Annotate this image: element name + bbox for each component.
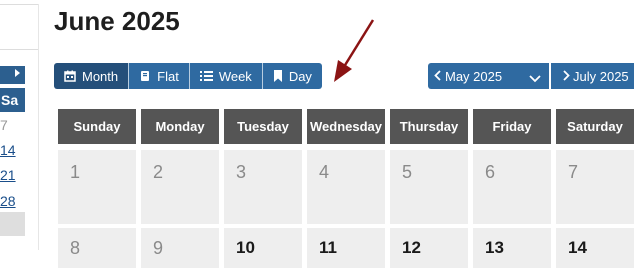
prev-month-label: May 2025 [445,68,503,84]
mini-calendar-day: 7 [0,117,8,133]
view-day-button[interactable]: Day [262,63,322,89]
chevron-right-icon [563,69,570,84]
list-icon [199,70,213,82]
mini-calendar-weekday-sa: Sa [0,88,25,112]
mini-calendar-next-icon[interactable] [15,69,20,77]
day-number: 6 [485,162,496,182]
weekday-header-monday: Monday [141,109,219,144]
day-number: 14 [568,238,587,257]
day-number: 2 [153,162,164,182]
weekday-header-thursday: Thursday [390,109,468,144]
weekday-header-saturday: Saturday [556,109,634,144]
prev-month-button[interactable]: May 2025 [428,63,549,89]
day-cell[interactable]: 2 [141,150,219,224]
view-week-label: Week [218,68,252,84]
day-number: 1 [70,162,81,182]
day-number: 8 [70,238,81,258]
day-cell[interactable]: 11 [307,228,385,268]
weekday-header-friday: Friday [473,109,551,144]
next-month-button[interactable]: July 2025 [551,63,634,89]
mini-calendar-day-link[interactable]: 28 [0,193,25,209]
day-number: 11 [319,238,337,257]
mini-calendar-footer [0,212,25,236]
day-cell[interactable]: 7 [556,150,634,224]
day-number: 7 [568,162,579,182]
view-month-button[interactable]: Month [54,63,130,89]
view-day-label: Day [288,68,312,84]
day-cell[interactable]: 5 [390,150,468,224]
day-number: 9 [153,238,164,258]
day-cell[interactable]: 13 [473,228,551,268]
day-number: 5 [402,162,413,182]
day-cell[interactable]: 14 [556,228,634,268]
sidebar-divider [38,4,39,250]
view-week-button[interactable]: Week [189,63,263,89]
day-cell[interactable]: 4 [307,150,385,224]
page-title: June 2025 [54,6,180,36]
day-cell[interactable]: 1 [58,150,136,224]
day-cell[interactable]: 8 [58,228,136,268]
day-cell[interactable]: 9 [141,228,219,268]
mini-calendar-day-link[interactable]: 14 [0,142,25,158]
chevron-down-icon[interactable] [529,71,541,86]
day-number: 13 [485,238,504,257]
day-number: 4 [319,162,330,182]
weekday-header-sunday: Sunday [58,109,136,144]
annotation-arrow-icon [334,19,375,82]
weekday-header-wednesday: Wednesday [307,109,385,144]
view-flat-label: Flat [157,68,179,84]
view-switcher: Month Flat Week Day [54,63,322,89]
day-cell[interactable]: 3 [224,150,302,224]
day-number: 10 [236,238,255,257]
view-flat-button[interactable]: Flat [129,63,190,89]
day-number: 3 [236,162,247,182]
bookmark-icon [273,70,283,82]
day-number: 12 [402,238,421,257]
weekday-header-tuesday: Tuesday [224,109,302,144]
day-cell[interactable]: 12 [390,228,468,268]
calendar-icon [64,70,76,82]
mini-calendar-panel [0,4,39,50]
next-month-label: July 2025 [573,68,629,84]
chevron-left-icon [434,69,441,84]
book-icon [139,70,151,82]
day-cell[interactable]: 6 [473,150,551,224]
day-cell[interactable]: 10 [224,228,302,268]
mini-calendar-header [0,66,25,84]
view-month-label: Month [82,68,119,84]
mini-calendar-day-link[interactable]: 21 [0,167,25,183]
